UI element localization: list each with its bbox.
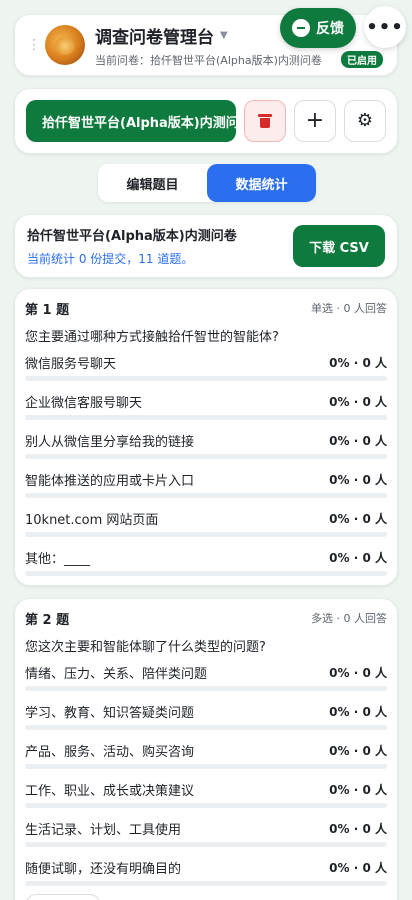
add-survey-button[interactable]: + [294, 100, 336, 142]
status-badge: 已启用 [341, 51, 383, 68]
option-label: 微信服务号聊天 [25, 356, 117, 372]
option-bar [25, 881, 387, 886]
option-label: 生活记录、计划、工具使用 [25, 822, 182, 838]
feedback-label: 反馈 [316, 21, 344, 37]
question-number: 第 2 题 [25, 612, 70, 628]
option-label: 学习、教育、知识答疑类问题 [25, 705, 195, 721]
summary-stats: 当前统计 0 份提交，11 道题。 [27, 252, 194, 266]
option-item: 智能体推送的应用或卡片入口 0% · 0 人 [25, 461, 387, 500]
tab-edit-questions[interactable]: 编辑题目 [98, 164, 207, 202]
chat-icon [292, 19, 310, 37]
option-stat: 0% · 0 人 [329, 355, 387, 370]
option-bar [25, 454, 387, 459]
option-item: 生活记录、计划、工具使用 0% · 0 人 [25, 810, 387, 849]
option-item: 学习、教育、知识答疑类问题 0% · 0 人 [25, 693, 387, 732]
option-bar [25, 571, 387, 576]
gear-icon: ⚙ [356, 110, 374, 131]
download-csv-button[interactable]: 下载 CSV [293, 225, 385, 267]
option-item: 10knet.com 网站页面 0% · 0 人 [25, 500, 387, 539]
option-item: 随便试聊，还没有明确目的 0% · 0 人 [25, 849, 387, 888]
option-stat: 0% · 0 人 [329, 511, 387, 526]
avatar[interactable] [45, 25, 85, 65]
option-item: 其他：____ 0% · 0 人 [25, 539, 387, 578]
option-bar [25, 415, 387, 420]
option-label: 智能体推送的应用或卡片入口 [25, 473, 195, 489]
option-stat: 0% · 0 人 [329, 860, 387, 875]
partial-button[interactable] [26, 894, 100, 900]
option-item: 别人从微信里分享给我的链接 0% · 0 人 [25, 422, 387, 461]
option-item: 企业微信客服号聊天 0% · 0 人 [25, 383, 387, 422]
option-label: 工作、职业、成长或决策建议 [25, 783, 195, 799]
option-item: 微信服务号聊天 0% · 0 人 [25, 344, 387, 383]
question-card: 第 2 题 多选 · 0 人回答 您这次主要和智能体聊了什么类型的问题? 情绪、… [14, 598, 398, 900]
option-stat: 0% · 0 人 [329, 472, 387, 487]
option-list: 情绪、压力、关系、陪伴类问题 0% · 0 人 学习、教育、知识答疑类问题 0% ·… [25, 654, 387, 888]
tab-statistics[interactable]: 数据统计 [207, 164, 316, 202]
question-number: 第 1 题 [25, 302, 70, 318]
option-label: 情绪、压力、关系、陪伴类问题 [25, 666, 208, 682]
option-bar [25, 493, 387, 498]
trash-icon [258, 114, 272, 128]
option-bar [25, 532, 387, 537]
option-stat: 0% · 0 人 [329, 821, 387, 836]
current-survey-label: 当前问卷：拾仟智世平台(Alpha版本)内测问卷 [95, 53, 322, 67]
toolbar: 拾仟智世平台(Alpha版本)内测问卷 + ⚙ [14, 88, 398, 154]
plus-icon: + [305, 108, 325, 133]
option-bar [25, 764, 387, 769]
summary-title: 拾仟智世平台(Alpha版本)内测问卷 [27, 229, 237, 244]
settings-button[interactable]: ⚙ [344, 100, 386, 142]
option-stat: 0% · 0 人 [329, 704, 387, 719]
option-stat: 0% · 0 人 [329, 665, 387, 680]
option-stat: 0% · 0 人 [329, 394, 387, 409]
page-title: 调查问卷管理台 [95, 27, 214, 48]
option-item: 产品、服务、活动、购买咨询 0% · 0 人 [25, 732, 387, 771]
option-label: 随便试聊，还没有明确目的 [25, 861, 182, 877]
option-bar [25, 376, 387, 381]
option-item: 情绪、压力、关系、陪伴类问题 0% · 0 人 [25, 654, 387, 693]
question-header: 第 1 题 单选 · 0 人回答 [25, 299, 387, 318]
option-stat: 0% · 0 人 [329, 433, 387, 448]
option-label: 10knet.com 网站页面 [25, 512, 159, 528]
question-text: 您主要通过哪种方式接触拾仟智世的智能体? [25, 330, 279, 345]
option-bar [25, 803, 387, 808]
option-label: 其他：____ [25, 551, 91, 567]
question-meta: 多选 · 0 人回答 [311, 612, 387, 625]
more-menu-button[interactable]: ••• [364, 6, 406, 48]
option-list: 微信服务号聊天 0% · 0 人 企业微信客服号聊天 0% · 0 人 别人从微信里… [25, 344, 387, 578]
question-card: 第 1 题 单选 · 0 人回答 您主要通过哪种方式接触拾仟智世的智能体? 微信… [14, 288, 398, 586]
question-text: 您这次主要和智能体聊了什么类型的问题? [25, 640, 266, 655]
option-label: 别人从微信里分享给我的链接 [25, 434, 195, 450]
option-bar [25, 842, 387, 847]
option-stat: 0% · 0 人 [329, 782, 387, 797]
feedback-button[interactable]: 反馈 [280, 8, 356, 48]
option-stat: 0% · 0 人 [329, 743, 387, 758]
survey-select-button[interactable]: 拾仟智世平台(Alpha版本)内测问卷 [26, 100, 236, 142]
survey-select-label: 拾仟智世平台(Alpha版本)内测问卷 [42, 115, 236, 131]
delete-button[interactable] [244, 100, 286, 142]
drag-handle-icon[interactable]: ⋮ [27, 38, 41, 52]
option-bar [25, 725, 387, 730]
option-stat: 0% · 0 人 [329, 550, 387, 565]
view-tabs: 编辑题目 数据统计 [98, 164, 316, 202]
question-header: 第 2 题 多选 · 0 人回答 [25, 609, 387, 628]
option-item: 工作、职业、成长或决策建议 0% · 0 人 [25, 771, 387, 810]
summary-card: 拾仟智世平台(Alpha版本)内测问卷 当前统计 0 份提交，11 道题。 下载… [14, 214, 398, 278]
chevron-down-icon: ▼ [220, 29, 228, 41]
option-bar [25, 686, 387, 691]
more-icon: ••• [366, 16, 404, 38]
question-meta: 单选 · 0 人回答 [311, 302, 387, 315]
summary-text: 拾仟智世平台(Alpha版本)内测问卷 当前统计 0 份提交，11 道题。 [27, 225, 237, 267]
option-label: 产品、服务、活动、购买咨询 [25, 744, 195, 760]
option-label: 企业微信客服号聊天 [25, 395, 143, 411]
